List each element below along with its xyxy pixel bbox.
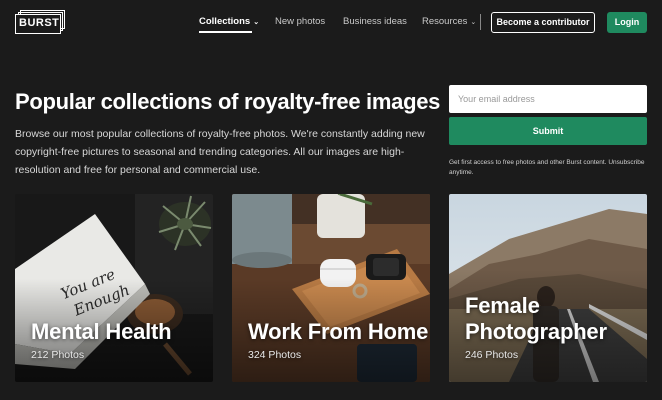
nav-new-photos[interactable]: New photos [275,16,325,27]
page-title: Popular collections of royalty-free imag… [15,89,441,114]
nav-divider [480,14,481,30]
email-input[interactable] [449,85,647,113]
login-button[interactable]: Login [607,12,647,33]
nav-collections[interactable]: Collections ⌄ [199,16,259,27]
signup-fine-print: Get first access to free photos and othe… [449,159,645,176]
top-nav: BURST Collections ⌄ New photos Business i… [0,0,662,44]
collection-title: Mental Health [31,319,172,344]
become-contributor-button[interactable]: Become a contributor [491,12,595,33]
collection-card-mental-health[interactable]: You are Enough Mental Health 212 Photos [15,194,213,382]
submit-button[interactable]: Submit [449,117,647,145]
collection-count: 324 Photos [248,349,302,361]
page-description: Browse our most popular collections of r… [15,128,425,176]
collection-count: 246 Photos [465,349,519,361]
nav-business-ideas[interactable]: Business ideas [343,16,407,27]
chevron-down-icon: ⌄ [470,19,477,26]
nav-resources-label: Resources [422,16,468,27]
active-nav-indicator [199,31,252,33]
collection-title: Work From Home [248,319,429,344]
burst-logo[interactable]: BURST [15,10,65,34]
collection-card-work-from-home[interactable]: Work From Home 324 Photos [232,194,430,382]
collection-card-female-photographer[interactable]: Female Photographer 246 Photos [449,194,647,382]
collection-title: Female Photographer [465,293,607,344]
nav-resources[interactable]: Resources ⌄ [422,16,476,27]
collection-count: 212 Photos [31,349,85,361]
chevron-down-icon: ⌄ [253,19,260,26]
nav-collections-label: Collections [199,16,251,27]
logo-text: BURST [15,14,61,34]
